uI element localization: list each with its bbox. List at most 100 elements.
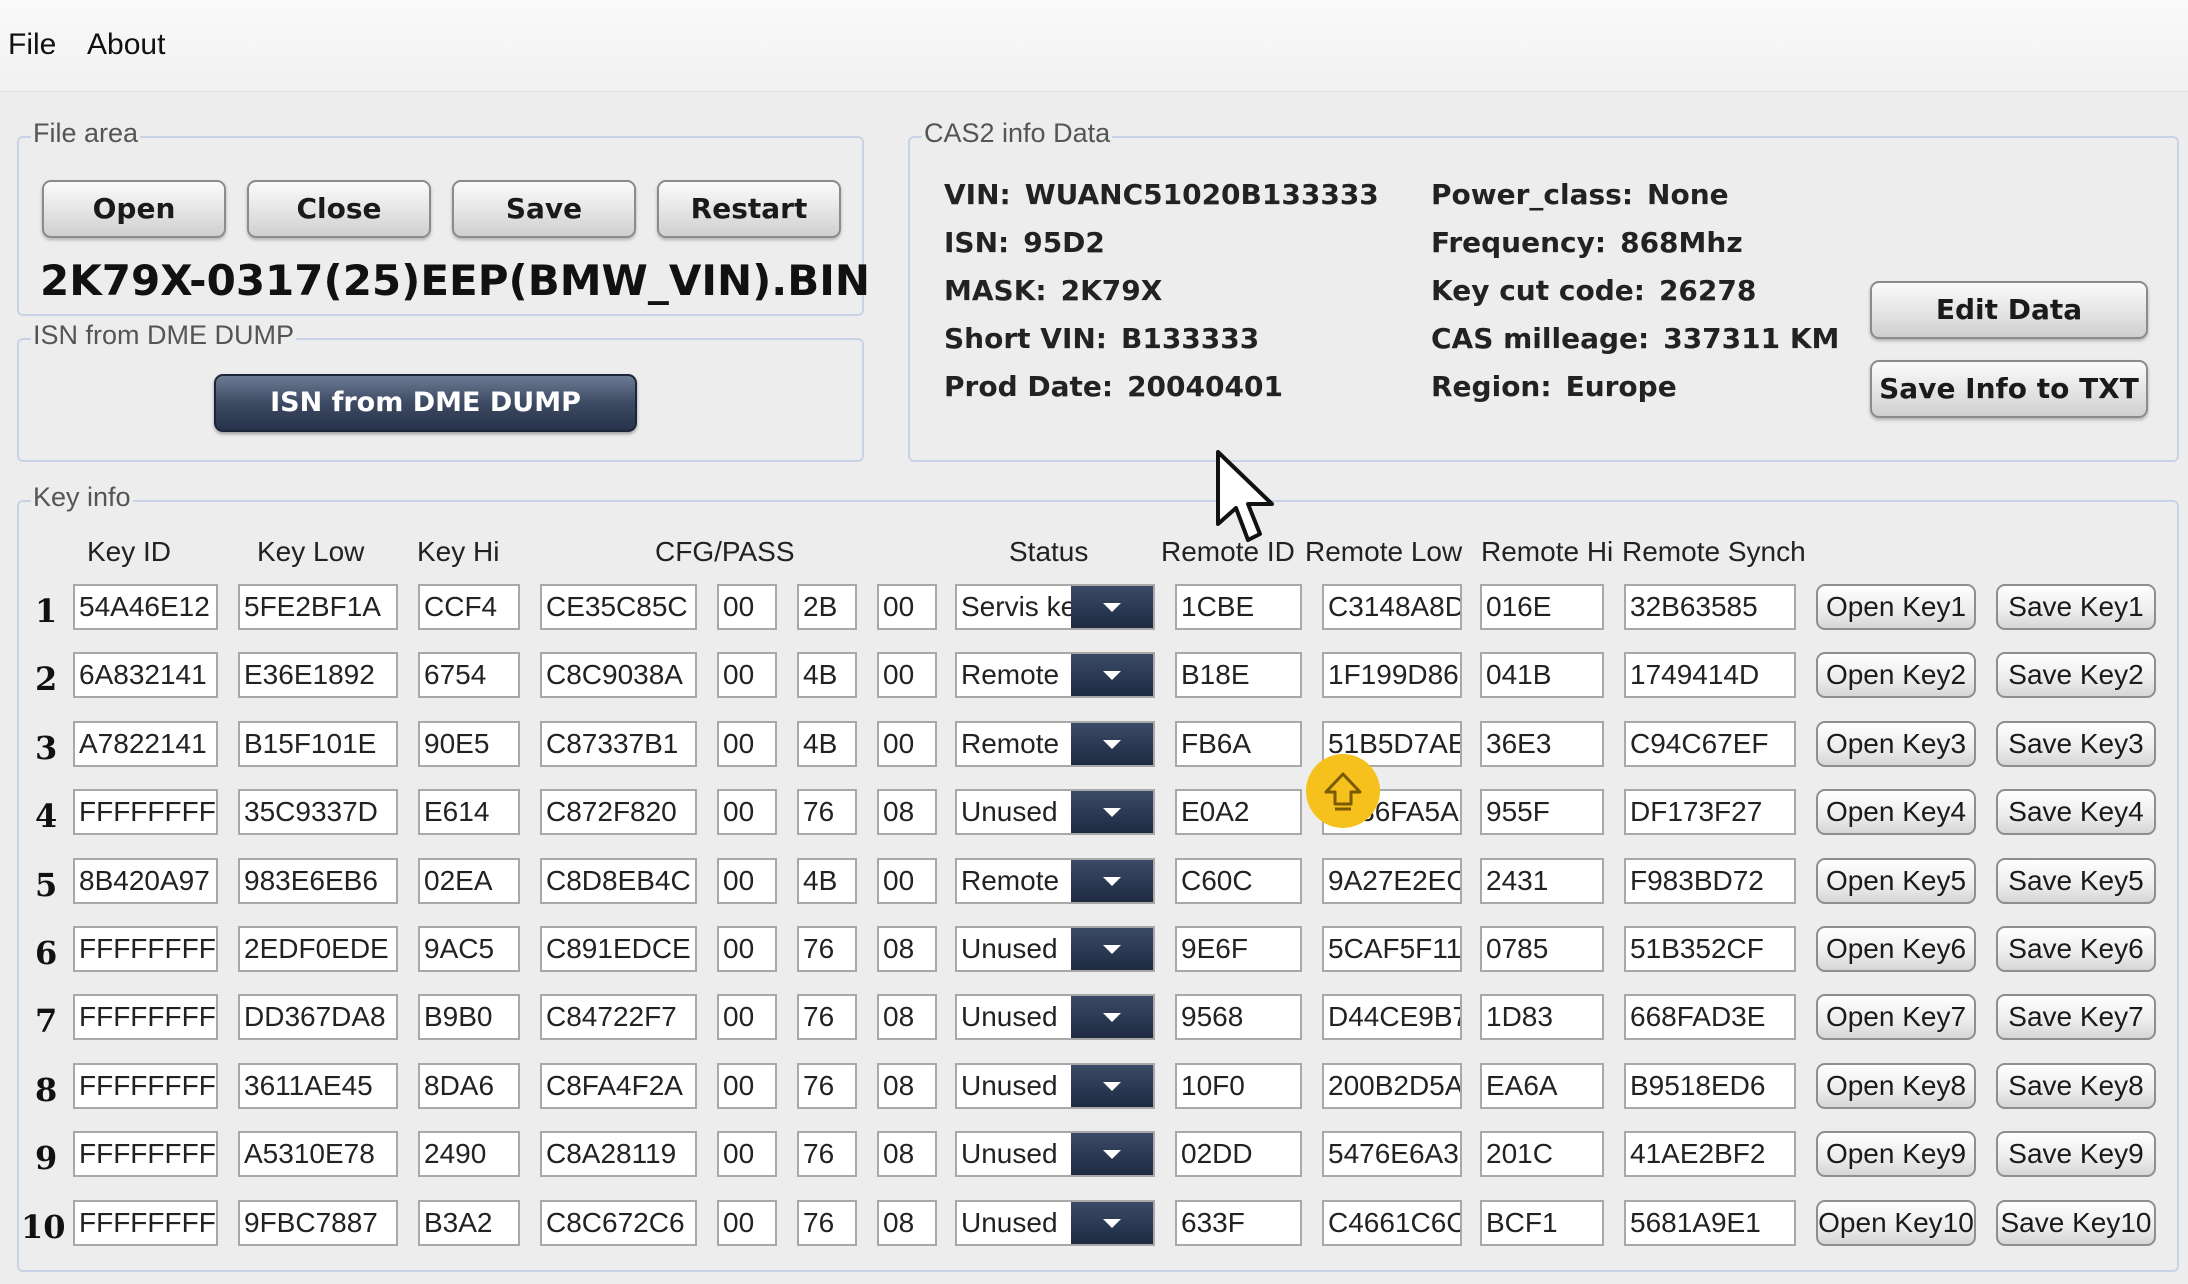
key-low-input[interactable]: 5FE2BF1A	[238, 584, 398, 630]
key-hi-input[interactable]: B9B0	[418, 994, 520, 1041]
save-key-button[interactable]: Save Key8	[1996, 1062, 2156, 1109]
status-select[interactable]: Unused	[955, 1131, 1155, 1178]
key-id-input[interactable]: FFFFFFFF	[73, 789, 218, 836]
pass-byte1-input[interactable]: 00	[717, 584, 777, 630]
isn-from-dme-button[interactable]: ISN from DME DUMP	[214, 374, 637, 432]
open-key-button[interactable]: Open Key8	[1816, 1062, 1976, 1109]
chevron-down-icon[interactable]	[1071, 996, 1153, 1039]
remote-low-input[interactable]: D44CE9B7	[1322, 994, 1462, 1041]
save-key-button[interactable]: Save Key1	[1996, 584, 2156, 630]
pass-byte3-input[interactable]: 00	[877, 584, 937, 630]
remote-id-input[interactable]: B18E	[1175, 652, 1302, 699]
key-hi-input[interactable]: 8DA6	[418, 1062, 520, 1109]
key-hi-input[interactable]: E614	[418, 789, 520, 836]
remote-low-input[interactable]: C4661C6C	[1322, 1199, 1462, 1246]
status-select[interactable]: Servis ke	[955, 584, 1155, 630]
key-hi-input[interactable]: 90E5	[418, 720, 520, 767]
key-low-input[interactable]: 3611AE45	[238, 1062, 398, 1109]
remote-synch-input[interactable]: 41AE2BF2	[1624, 1131, 1796, 1178]
menu-about[interactable]: About	[87, 28, 165, 62]
save-key-button[interactable]: Save Key6	[1996, 926, 2156, 972]
chevron-down-icon[interactable]	[1071, 928, 1153, 970]
cfg-input[interactable]: C872F820	[540, 789, 697, 836]
remote-synch-input[interactable]: 1749414D	[1624, 652, 1796, 699]
remote-synch-input[interactable]: B9518ED6	[1624, 1062, 1796, 1109]
restart-button[interactable]: Restart	[657, 180, 841, 238]
pass-byte1-input[interactable]: 00	[717, 720, 777, 767]
status-select[interactable]: Remote	[955, 652, 1155, 699]
key-low-input[interactable]: 2EDF0EDE	[238, 926, 398, 972]
key-id-input[interactable]: FFFFFFFF	[73, 1199, 218, 1246]
cfg-input[interactable]: C891EDCE	[540, 926, 697, 972]
chevron-down-icon[interactable]	[1071, 791, 1153, 834]
pass-byte2-input[interactable]: 2B	[797, 584, 857, 630]
remote-id-input[interactable]: 9E6F	[1175, 926, 1302, 972]
pass-byte1-input[interactable]: 00	[717, 926, 777, 972]
save-key-button[interactable]: Save Key10	[1996, 1199, 2156, 1246]
key-hi-input[interactable]: CCF4	[418, 584, 520, 630]
remote-low-input[interactable]: 9A27E2EC	[1322, 857, 1462, 904]
remote-hi-input[interactable]: 041B	[1480, 652, 1604, 699]
remote-id-input[interactable]: E0A2	[1175, 789, 1302, 836]
save-key-button[interactable]: Save Key3	[1996, 720, 2156, 767]
remote-hi-input[interactable]: 2431	[1480, 857, 1604, 904]
open-key-button[interactable]: Open Key2	[1816, 652, 1976, 699]
key-id-input[interactable]: FFFFFFFF	[73, 926, 218, 972]
open-key-button[interactable]: Open Key9	[1816, 1131, 1976, 1178]
pass-byte3-input[interactable]: 08	[877, 789, 937, 836]
pass-byte1-input[interactable]: 00	[717, 857, 777, 904]
remote-synch-input[interactable]: C94C67EF	[1624, 720, 1796, 767]
cfg-input[interactable]: C8C672C6	[540, 1199, 697, 1246]
key-hi-input[interactable]: 6754	[418, 652, 520, 699]
remote-synch-input[interactable]: 668FAD3E	[1624, 994, 1796, 1041]
open-key-button[interactable]: Open Key1	[1816, 584, 1976, 630]
open-key-button[interactable]: Open Key3	[1816, 720, 1976, 767]
save-key-button[interactable]: Save Key5	[1996, 857, 2156, 904]
remote-id-input[interactable]: 10F0	[1175, 1062, 1302, 1109]
remote-id-input[interactable]: 02DD	[1175, 1131, 1302, 1178]
cfg-input[interactable]: C8FA4F2A	[540, 1062, 697, 1109]
key-id-input[interactable]: FFFFFFFF	[73, 1062, 218, 1109]
key-low-input[interactable]: B15F101E	[238, 720, 398, 767]
cfg-input[interactable]: C84722F7	[540, 994, 697, 1041]
remote-synch-input[interactable]: 51B352CF	[1624, 926, 1796, 972]
remote-hi-input[interactable]: 201C	[1480, 1131, 1604, 1178]
pass-byte2-input[interactable]: 4B	[797, 857, 857, 904]
key-low-input[interactable]: DD367DA8	[238, 994, 398, 1041]
status-select[interactable]: Unused	[955, 926, 1155, 972]
save-key-button[interactable]: Save Key2	[1996, 652, 2156, 699]
remote-id-input[interactable]: 9568	[1175, 994, 1302, 1041]
pass-byte3-input[interactable]: 00	[877, 857, 937, 904]
pass-byte1-input[interactable]: 00	[717, 789, 777, 836]
pass-byte3-input[interactable]: 08	[877, 926, 937, 972]
pass-byte2-input[interactable]: 76	[797, 789, 857, 836]
pass-byte1-input[interactable]: 00	[717, 652, 777, 699]
cfg-input[interactable]: C87337B1	[540, 720, 697, 767]
remote-id-input[interactable]: 633F	[1175, 1199, 1302, 1246]
chevron-down-icon[interactable]	[1071, 1133, 1153, 1176]
save-key-button[interactable]: Save Key7	[1996, 994, 2156, 1041]
remote-id-input[interactable]: FB6A	[1175, 720, 1302, 767]
remote-hi-input[interactable]: 955F	[1480, 789, 1604, 836]
pass-byte1-input[interactable]: 00	[717, 1131, 777, 1178]
pass-byte3-input[interactable]: 08	[877, 1199, 937, 1246]
pass-byte1-input[interactable]: 00	[717, 1062, 777, 1109]
pass-byte3-input[interactable]: 00	[877, 652, 937, 699]
key-hi-input[interactable]: 02EA	[418, 857, 520, 904]
status-select[interactable]: Unused	[955, 1199, 1155, 1246]
menu-file[interactable]: File	[8, 28, 56, 62]
pass-byte2-input[interactable]: 4B	[797, 652, 857, 699]
chevron-down-icon[interactable]	[1071, 1064, 1153, 1107]
pass-byte3-input[interactable]: 08	[877, 1131, 937, 1178]
pass-byte3-input[interactable]: 08	[877, 1062, 937, 1109]
key-low-input[interactable]: A5310E78	[238, 1131, 398, 1178]
save-key-button[interactable]: Save Key9	[1996, 1131, 2156, 1178]
pass-byte2-input[interactable]: 76	[797, 1131, 857, 1178]
key-id-input[interactable]: FFFFFFFF	[73, 1131, 218, 1178]
remote-hi-input[interactable]: EA6A	[1480, 1062, 1604, 1109]
remote-low-input[interactable]: 5476E6A3	[1322, 1131, 1462, 1178]
key-hi-input[interactable]: B3A2	[418, 1199, 520, 1246]
remote-hi-input[interactable]: 1D83	[1480, 994, 1604, 1041]
key-low-input[interactable]: 983E6EB6	[238, 857, 398, 904]
open-key-button[interactable]: Open Key5	[1816, 857, 1976, 904]
